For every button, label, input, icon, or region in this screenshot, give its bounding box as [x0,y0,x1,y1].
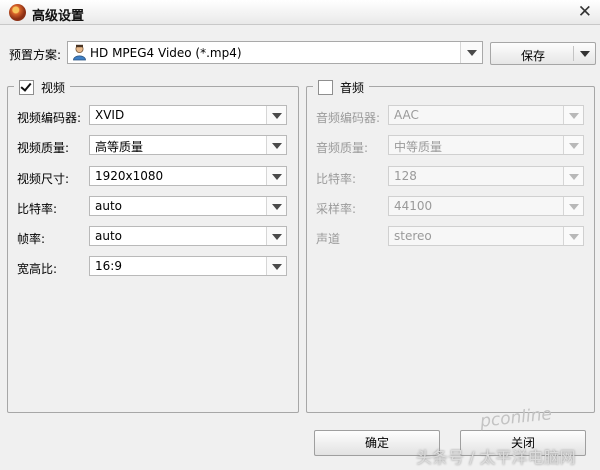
window-title: 高级设置 [32,9,85,24]
audio-channels-select[interactable]: stereo [388,226,584,246]
video-group-header: 视频 [14,78,71,96]
chevron-down-icon[interactable] [266,106,286,124]
watermark-text: 头条号 / 太平洋电脑网 [416,448,576,467]
video-aspect-value: 16:9 [95,259,122,273]
chevron-down-icon[interactable] [460,42,482,63]
video-bitrate-value: auto [95,199,123,213]
audio-bitrate-value: 128 [394,169,417,183]
video-aspect-select[interactable]: 16:9 [89,256,287,276]
video-size-select[interactable]: 1920x1080 [89,166,287,186]
video-framerate-select[interactable]: auto [89,226,287,246]
video-group-title: 视频 [41,80,66,95]
audio-quality-label: 音频质量: [316,141,369,155]
audio-quality-value: 中等质量 [394,140,443,154]
video-enable-checkbox[interactable] [19,79,34,95]
audio-samplerate-label: 采样率: [316,202,357,216]
preset-value: HD MPEG4 Video (*.mp4) [90,46,242,60]
audio-quality-select[interactable]: 中等质量 [388,135,584,155]
preset-label: 预置方案: [9,48,62,62]
video-aspect-label: 宽高比: [17,262,58,276]
audio-encoder-select[interactable]: AAC [388,105,584,125]
audio-encoder-value: AAC [394,108,419,122]
video-framerate-label: 帧率: [17,232,46,246]
video-encoder-select[interactable]: XVID [89,105,287,125]
audio-channels-label: 声道 [316,232,341,246]
split-divider [573,46,574,61]
video-quality-select[interactable]: 高等质量 [89,135,287,155]
chevron-down-icon[interactable] [563,197,583,215]
chevron-down-icon[interactable] [266,257,286,275]
audio-channels-value: stereo [394,229,432,243]
chevron-down-icon[interactable] [563,227,583,245]
chevron-down-icon[interactable] [266,197,286,215]
audio-group-header: 音频 [313,78,370,96]
video-bitrate-label: 比特率: [17,202,58,216]
video-encoder-label: 视频编码器: [17,111,82,125]
video-quality-value: 高等质量 [95,140,144,154]
audio-samplerate-select[interactable]: 44100 [388,196,584,216]
audio-enable-checkbox[interactable] [318,79,333,95]
video-encoder-value: XVID [95,108,125,122]
video-quality-label: 视频质量: [17,141,70,155]
close-icon[interactable]: ✕ [578,1,592,23]
preset-dropdown[interactable]: HD MPEG4 Video (*.mp4) [67,41,483,64]
chevron-down-icon[interactable] [563,106,583,124]
audio-group-title: 音频 [340,80,365,95]
chevron-down-icon[interactable] [563,167,583,185]
chevron-down-icon[interactable] [580,51,590,57]
video-size-value: 1920x1080 [95,169,164,183]
app-logo-icon [9,4,26,21]
chevron-down-icon[interactable] [266,136,286,154]
video-size-label: 视频尺寸: [17,172,70,186]
save-button[interactable]: 保存 [490,42,596,65]
audio-bitrate-label: 比特率: [316,172,357,186]
audio-samplerate-value: 44100 [394,199,433,213]
video-framerate-value: auto [95,229,123,243]
audio-encoder-label: 音频编码器: [316,111,381,125]
checkmark-icon [20,79,32,92]
title-bar: 高级设置 ✕ [0,0,600,25]
chevron-down-icon[interactable] [266,227,286,245]
chevron-down-icon[interactable] [266,167,286,185]
person-profile-icon [73,44,86,61]
video-bitrate-select[interactable]: auto [89,196,287,216]
chevron-down-icon[interactable] [563,136,583,154]
audio-bitrate-select[interactable]: 128 [388,166,584,186]
save-button-label: 保存 [521,49,546,63]
